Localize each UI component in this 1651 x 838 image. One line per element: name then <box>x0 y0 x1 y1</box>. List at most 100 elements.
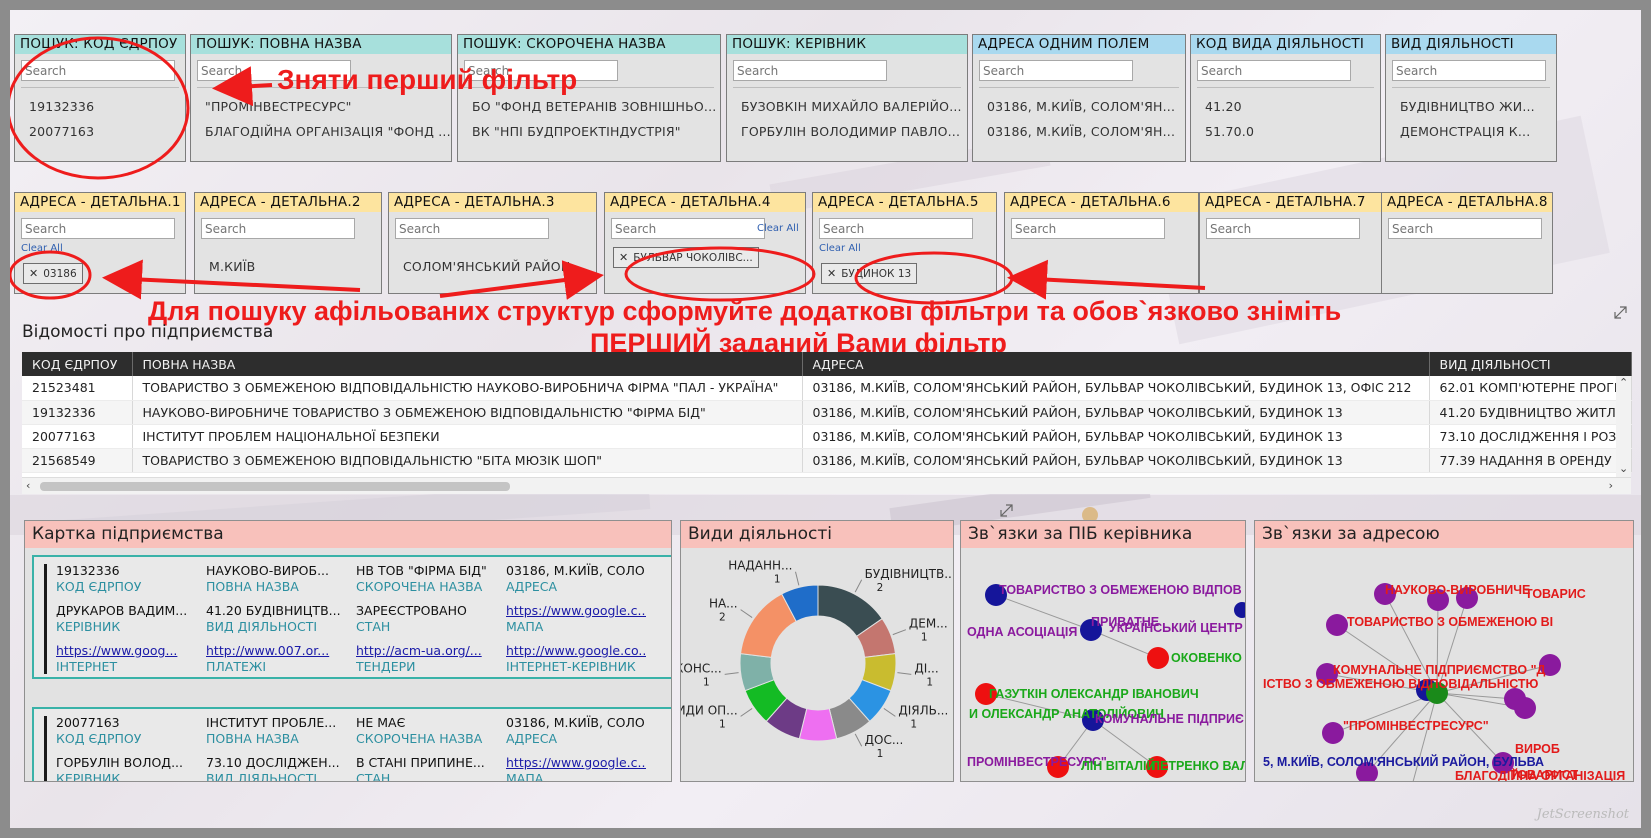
column-header[interactable]: АДРЕСА <box>802 352 1430 376</box>
slicer-row1-5[interactable]: АДРЕСА ОДНИМ ПОЛЕМ 03186, М.КИЇВ, СОЛОМ'Я… <box>972 34 1186 162</box>
column-header[interactable]: ПОВНА НАЗВА <box>132 352 803 376</box>
slicer-row2-6[interactable]: АДРЕСА - ДЕТАЛЬНА.6 <box>1004 192 1199 294</box>
slicer-row1-4[interactable]: ПОШУК: КЕРІВНИК БУЗОВКІН МИХАЙЛО ВАЛЕРІЙО… <box>726 34 968 162</box>
slicer-row2-2[interactable]: АДРЕСА - ДЕТАЛЬНА.2 М.КИЇВ <box>194 192 382 294</box>
card-value-map[interactable]: https://www.google.c... <box>506 755 646 770</box>
remove-filter-icon[interactable]: ✕ <box>827 267 836 280</box>
slicer-item[interactable]: М.КИЇВ <box>209 259 255 274</box>
card-value-map[interactable]: https://www.google.c... <box>506 603 646 618</box>
network-node[interactable] <box>1234 602 1246 618</box>
slicer-row2-7[interactable]: АДРЕСА - ДЕТАЛЬНА.7 <box>1199 192 1382 294</box>
column-header[interactable]: ВИД ДІЯЛЬНОСТІ <box>1429 352 1632 376</box>
slicer-item[interactable]: БУДІВНИЦТВО ЖИ... <box>1400 99 1535 114</box>
clear-all-link[interactable]: Clear All <box>819 243 861 254</box>
slicer-item[interactable]: 03186, М.КИЇВ, СОЛОМ'ЯН... <box>987 124 1175 139</box>
clear-all-link[interactable]: Clear All <box>757 223 799 234</box>
table-row[interactable]: 21568549 ТОВАРИСТВО З ОБМЕЖЕНОЮ ВІДПОВІДА… <box>22 448 1632 473</box>
slicer-item[interactable]: БУЗОВКІН МИХАЙЛО ВАЛЕРІЙО... <box>741 99 962 114</box>
network-label[interactable]: НАУКОВО-ВИРОБНИЧЕ <box>1385 583 1530 597</box>
slicer-row2-1[interactable]: АДРЕСА - ДЕТАЛЬНА.1 Clear All ✕ 03186 <box>14 192 186 294</box>
network-label[interactable]: ГАЗУТКІН ОЛЕКСАНДР ІВАНОВИЧ <box>989 687 1199 701</box>
slicer-search-input[interactable] <box>1011 218 1165 239</box>
table-row[interactable]: 19132336 НАУКОВО-ВИРОБНИЧЕ ТОВАРИСТВО З О… <box>22 400 1632 425</box>
network-label[interactable]: ПРИВАТНЕ <box>1091 615 1159 629</box>
network-node[interactable] <box>1322 722 1344 744</box>
slicer-search-input[interactable] <box>611 218 765 239</box>
selected-filter-chip[interactable]: ✕ БУЛЬВАР ЧОКОЛІВС... <box>613 247 759 268</box>
slicer-item[interactable]: 41.20 <box>1205 99 1242 114</box>
slicer-row2-5[interactable]: АДРЕСА - ДЕТАЛЬНА.5 Clear All ✕ БУДИНОК 13 <box>812 192 997 294</box>
network-label[interactable]: ТОВАРИСТ <box>1510 768 1579 782</box>
slicer-item[interactable]: ДЕМОНСТРАЦІЯ К... <box>1400 124 1530 139</box>
card-value-internet[interactable]: https://www.goog... <box>56 643 196 658</box>
remove-filter-icon[interactable]: ✕ <box>29 267 38 280</box>
slicer-item[interactable]: БО "ФОНД ВЕТЕРАНІВ ЗОВНІШНЬО... <box>472 99 716 114</box>
manager-network-graph[interactable]: ТОВАРИСТВО З ОБМЕЖЕНОЮ ВІДПОВ ОДНА АСОЦІА… <box>961 548 1246 782</box>
slicer-row1-7[interactable]: ВИД ДІЯЛЬНОСТІ БУДІВНИЦТВО ЖИ... ДЕМОНСТРА… <box>1385 34 1557 162</box>
slicer-item[interactable]: "ПРОМІНВЕСТРЕСУРС" <box>205 99 352 114</box>
slicer-item[interactable]: 19132336 <box>29 99 94 114</box>
network-label[interactable]: ОКОВЕНКО Л <box>1171 651 1246 665</box>
slicer-search-input[interactable] <box>21 218 175 239</box>
expand-icon[interactable] <box>1000 504 1013 517</box>
network-label[interactable]: ЛІН ВІТАЛІЙ <box>1081 758 1156 773</box>
clear-all-link[interactable]: Clear All <box>21 243 63 254</box>
slicer-item[interactable]: 03186, М.КИЇВ, СОЛОМ'ЯН... <box>987 99 1175 114</box>
table-row[interactable]: 21523481 ТОВАРИСТВО З ОБМЕЖЕНОЮ ВІДПОВІДА… <box>22 376 1632 401</box>
slicer-search-input[interactable] <box>1388 218 1542 239</box>
slicer-item[interactable]: СОЛОМ'ЯНСЬКИЙ РАЙОН <box>403 259 570 274</box>
slicer-search-input[interactable] <box>395 218 549 239</box>
network-label[interactable]: КОМУНАЛЬНЕ ПІДПРИЄМСТВО "Д <box>1333 663 1546 677</box>
selected-filter-chip[interactable]: ✕ БУДИНОК 13 <box>821 263 918 284</box>
network-label[interactable]: ТОВАРИС <box>1525 587 1586 601</box>
slicer-search-input[interactable] <box>21 60 175 81</box>
slicer-search-input[interactable] <box>819 218 973 239</box>
slicer-row1-2[interactable]: ПОШУК: ПОВНА НАЗВА "ПРОМІНВЕСТРЕСУРС" БЛАГ… <box>190 34 452 162</box>
slicer-search-input[interactable] <box>1392 60 1546 81</box>
slicer-row1-3[interactable]: ПОШУК: СКОРОЧЕНА НАЗВА БО "ФОНД ВЕТЕРАНІВ… <box>457 34 721 162</box>
network-label[interactable]: "ПРОМІНВЕСТРЕСУРС" <box>1343 719 1489 733</box>
network-label[interactable]: КОМУНАЛЬНЕ ПІДПРИЄ <box>1095 712 1244 726</box>
scroll-left-icon[interactable]: ‹ <box>26 479 30 492</box>
network-node[interactable] <box>1514 697 1536 719</box>
scrollbar-thumb[interactable] <box>40 482 510 491</box>
slicer-item[interactable]: 20077163 <box>29 124 94 139</box>
remove-filter-icon[interactable]: ✕ <box>619 251 628 264</box>
network-label[interactable]: ІСТВО З ОБМЕЖЕНОЮ ВІДПОВІДАЛЬНІСТЮ <box>1263 677 1539 691</box>
slicer-item[interactable]: ГОРБУЛІН ВОЛОДИМИР ПАВЛО... <box>741 124 960 139</box>
slicer-row1-1[interactable]: ПОШУК: КОД ЄДРПОУ 19132336 20077163 <box>14 34 186 162</box>
selected-filter-chip[interactable]: ✕ 03186 <box>23 263 83 284</box>
scroll-right-icon[interactable]: › <box>1609 479 1613 492</box>
slicer-row2-4[interactable]: АДРЕСА - ДЕТАЛЬНА.4 Clear All ✕ БУЛЬВАР ЧОК… <box>604 192 806 294</box>
table-row[interactable]: 20077163 ІНСТИТУТ ПРОБЛЕМ НАЦІОНАЛЬНОЇ БЕ… <box>22 424 1632 449</box>
scroll-down-icon[interactable]: ⌄ <box>1619 462 1628 475</box>
company-card[interactable]: 20077163 КОД ЄДРПОУ ІНСТИТУТ ПРОБЛЕ... ПОВН… <box>32 707 671 781</box>
column-header[interactable]: КОД ЄДРПОУ <box>22 352 133 376</box>
slicer-row1-6[interactable]: КОД ВИДА ДІЯЛЬНОСТІ 41.20 51.70.0 <box>1190 34 1381 162</box>
expand-icon[interactable] <box>1614 306 1627 319</box>
scroll-up-icon[interactable]: ⌃ <box>1619 376 1628 389</box>
slicer-row2-8[interactable]: АДРЕСА - ДЕТАЛЬНА.8 <box>1381 192 1553 294</box>
slicer-row2-3[interactable]: АДРЕСА - ДЕТАЛЬНА.3 СОЛОМ'ЯНСЬКИЙ РАЙОН <box>388 192 597 294</box>
company-card[interactable]: 19132336 КОД ЄДРПОУ НАУКОВО-ВИРОБ... ПОВНА … <box>32 555 671 679</box>
slicer-search-input[interactable] <box>733 60 887 81</box>
network-label[interactable]: ВИРОБ <box>1515 742 1560 756</box>
network-label[interactable]: ПЕТРЕНКО ВАЛ <box>1151 759 1246 773</box>
network-node[interactable] <box>1326 614 1348 636</box>
address-network-graph[interactable]: НАУКОВО-ВИРОБНИЧЕТОВАРИС ТОВАРИСТВО З ОБМ… <box>1255 548 1634 782</box>
card-value-internet-manager[interactable]: http://www.google.co... <box>506 643 646 658</box>
slicer-search-input[interactable] <box>979 60 1133 81</box>
slicer-item[interactable]: ВК "НПІ БУДПРОЕКТІНДУСТРІЯ" <box>472 124 681 139</box>
slicer-search-input[interactable] <box>1197 60 1351 81</box>
network-node[interactable] <box>1147 647 1169 669</box>
card-value-tenders[interactable]: http://acm-ua.org/... <box>356 643 496 658</box>
network-label[interactable]: ТОВАРИСТВО З ОБМЕЖЕНОЮ ВІ <box>1347 615 1553 629</box>
card-value-payments[interactable]: http://www.007.or... <box>206 643 346 658</box>
slicer-search-input[interactable] <box>1206 218 1360 239</box>
network-label[interactable]: ТОВАРИСТВО З ОБМЕЖЕНОЮ ВІДПОВ <box>999 583 1242 597</box>
network-label[interactable]: 5, М.КИЇВ, СОЛОМ'ЯНСЬКИЙ РАЙОН, БУЛЬВА <box>1263 754 1544 769</box>
network-label[interactable]: ОДНА АСОЦІАЦІЯ <box>967 625 1077 639</box>
slicer-search-input[interactable] <box>201 218 355 239</box>
slicer-item[interactable]: БЛАГОДІЙНА ОРГАНІЗАЦІЯ "ФОНД ... <box>205 124 451 139</box>
table-vertical-scrollbar[interactable]: ⌃ ⌄ <box>1616 376 1631 477</box>
